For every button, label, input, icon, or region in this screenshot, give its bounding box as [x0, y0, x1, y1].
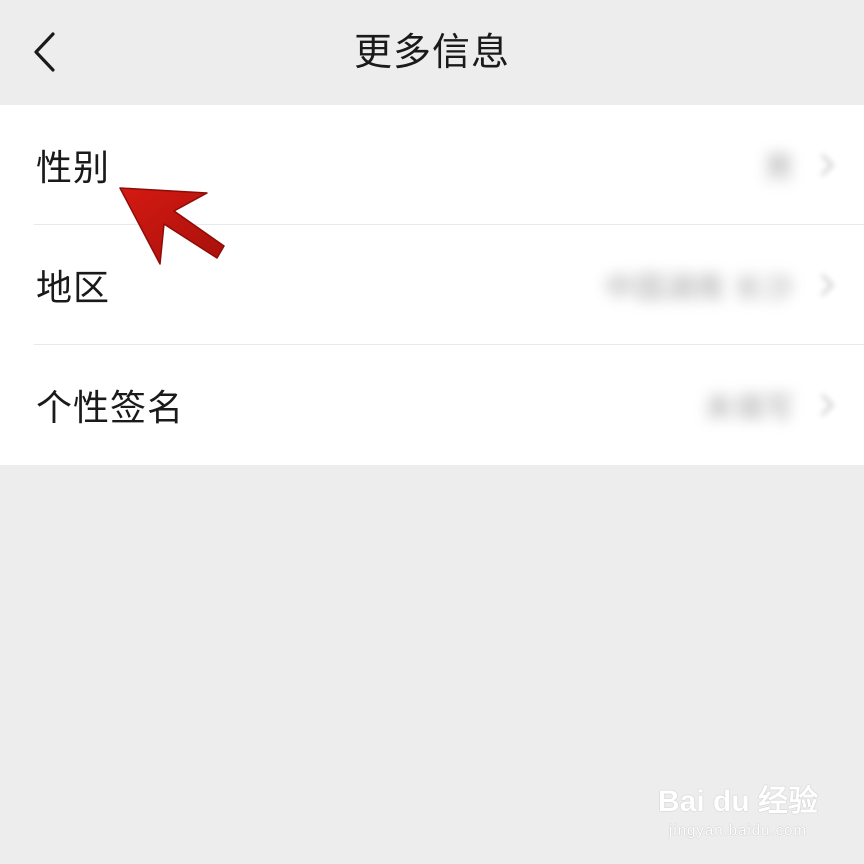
- signature-value: 未填写: [704, 391, 794, 426]
- region-label: 地区: [36, 268, 111, 309]
- page-title: 更多信息: [353, 30, 510, 74]
- chevron-right-icon: [821, 154, 834, 176]
- watermark-logo: Bai du 经验: [658, 785, 819, 818]
- chevron-right-icon: [821, 274, 834, 296]
- navigation-bar: 更多信息: [0, 0, 864, 104]
- watermark-url: jingyan.baidu.com: [669, 822, 807, 839]
- baidu-jingyan-watermark: Bai du 经验 jingyan.baidu.com: [658, 762, 818, 842]
- gender-row[interactable]: 性别 男: [0, 105, 864, 225]
- gender-label: 性别: [36, 148, 111, 189]
- region-value: 中国湖南 长沙: [604, 271, 794, 306]
- region-row[interactable]: 地区 中国湖南 长沙: [0, 225, 864, 345]
- gender-value: 男: [764, 151, 794, 186]
- settings-list: 性别 男 地区 中国湖南 长沙 个性签名 未填写: [0, 105, 864, 465]
- signature-label: 个性签名: [36, 388, 185, 429]
- signature-row[interactable]: 个性签名 未填写: [0, 345, 864, 465]
- chevron-right-icon: [821, 394, 834, 416]
